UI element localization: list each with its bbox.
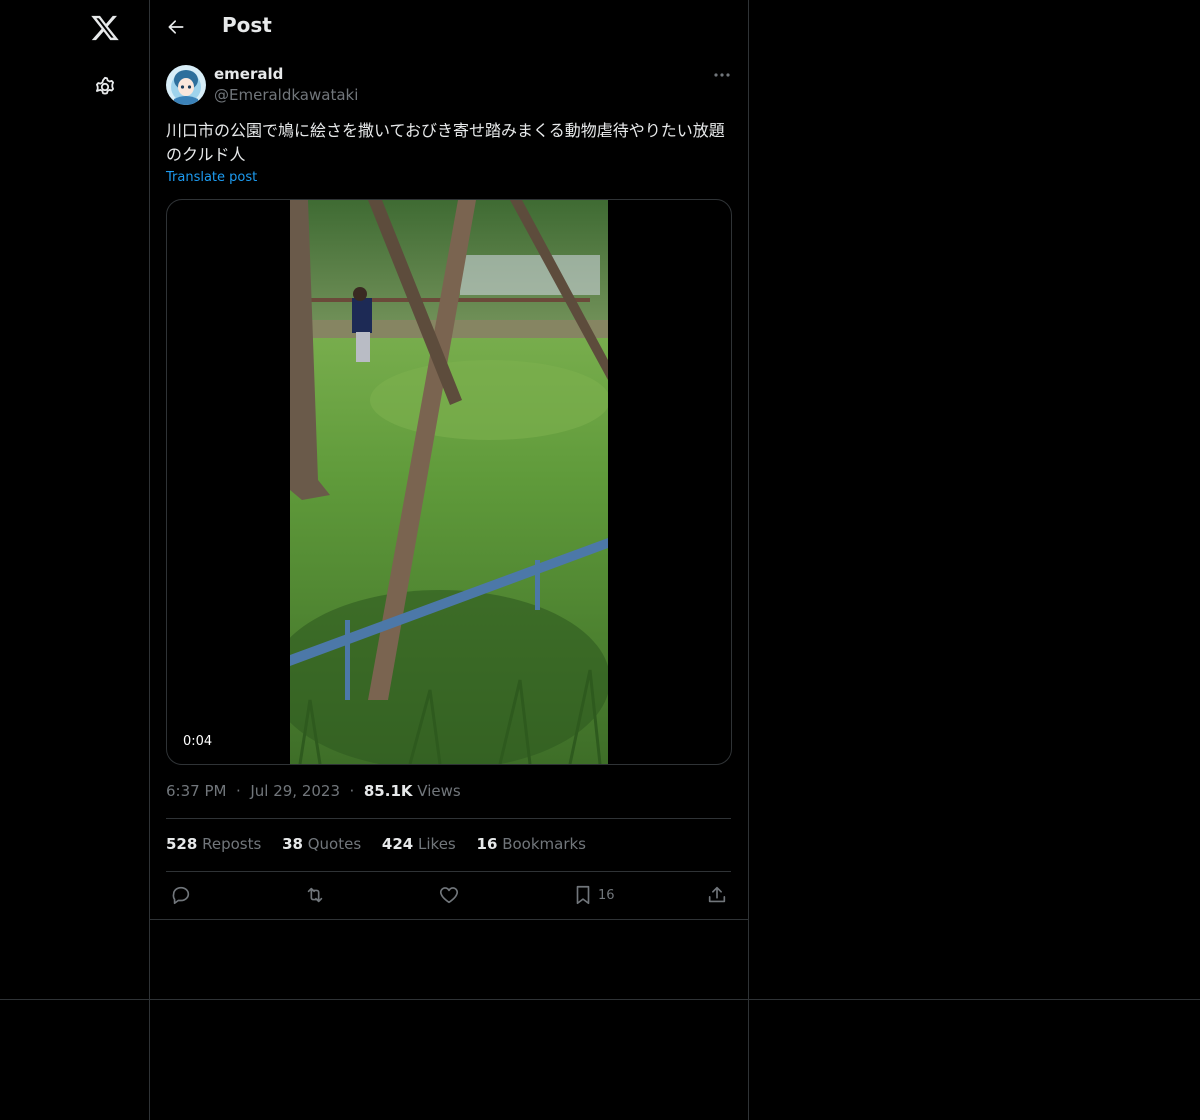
views-label: Views — [417, 782, 461, 800]
post-video[interactable]: 0:04 — [166, 199, 732, 765]
video-frame[interactable] — [290, 200, 608, 764]
left-rail-divider — [149, 0, 150, 1120]
settings-gear-icon[interactable] — [93, 75, 117, 99]
like-button[interactable] — [438, 883, 460, 907]
main-column-divider — [748, 0, 749, 1120]
share-button[interactable] — [706, 883, 728, 907]
post-time[interactable]: 6:37 PM — [166, 782, 226, 800]
bookmark-count: 16 — [598, 887, 615, 903]
video-duration: 0:04 — [177, 733, 219, 750]
likes-stat[interactable]: 424 Likes — [382, 835, 456, 853]
author-handle[interactable]: @Emeraldkawataki — [214, 86, 358, 104]
post-meta: 6:37 PM · Jul 29, 2023 · 85.1K Views — [166, 782, 461, 800]
post-stats: 528 Reposts 38 Quotes 424 Likes 16 Bookm… — [166, 835, 602, 853]
meta-separator: · — [344, 782, 360, 800]
more-icon[interactable] — [711, 66, 733, 84]
page-bottom-divider — [0, 999, 1200, 1000]
meta-divider — [166, 818, 731, 819]
avatar[interactable] — [166, 65, 206, 105]
share-icon — [708, 886, 726, 903]
author-name[interactable]: emerald — [214, 65, 283, 83]
like-icon — [439, 887, 459, 904]
main-column-bottom-border — [150, 919, 748, 920]
post-date[interactable]: Jul 29, 2023 — [250, 782, 340, 800]
meta-separator: · — [231, 782, 246, 800]
page-title: Post — [222, 13, 272, 37]
stats-divider — [166, 871, 731, 872]
x-logo-icon[interactable] — [90, 13, 120, 43]
bookmark-button[interactable]: 16 — [572, 883, 615, 907]
bookmark-icon — [576, 885, 590, 905]
translate-post-link[interactable]: Translate post — [166, 170, 257, 185]
reposts-stat[interactable]: 528 Reposts — [166, 835, 261, 853]
bookmarks-stat[interactable]: 16 Bookmarks — [477, 835, 586, 853]
reply-icon — [172, 886, 190, 905]
back-arrow-icon[interactable] — [166, 17, 186, 37]
repost-button[interactable] — [304, 883, 326, 907]
reply-button[interactable] — [170, 883, 192, 907]
post-text: 川口市の公園で鳩に絵さを撒いておびき寄せ踏みまくる動物虐待やりたい放題のクルド人 — [166, 121, 725, 164]
quotes-stat[interactable]: 38 Quotes — [282, 835, 361, 853]
repost-icon — [307, 887, 323, 903]
views-count: 85.1K — [363, 782, 413, 800]
